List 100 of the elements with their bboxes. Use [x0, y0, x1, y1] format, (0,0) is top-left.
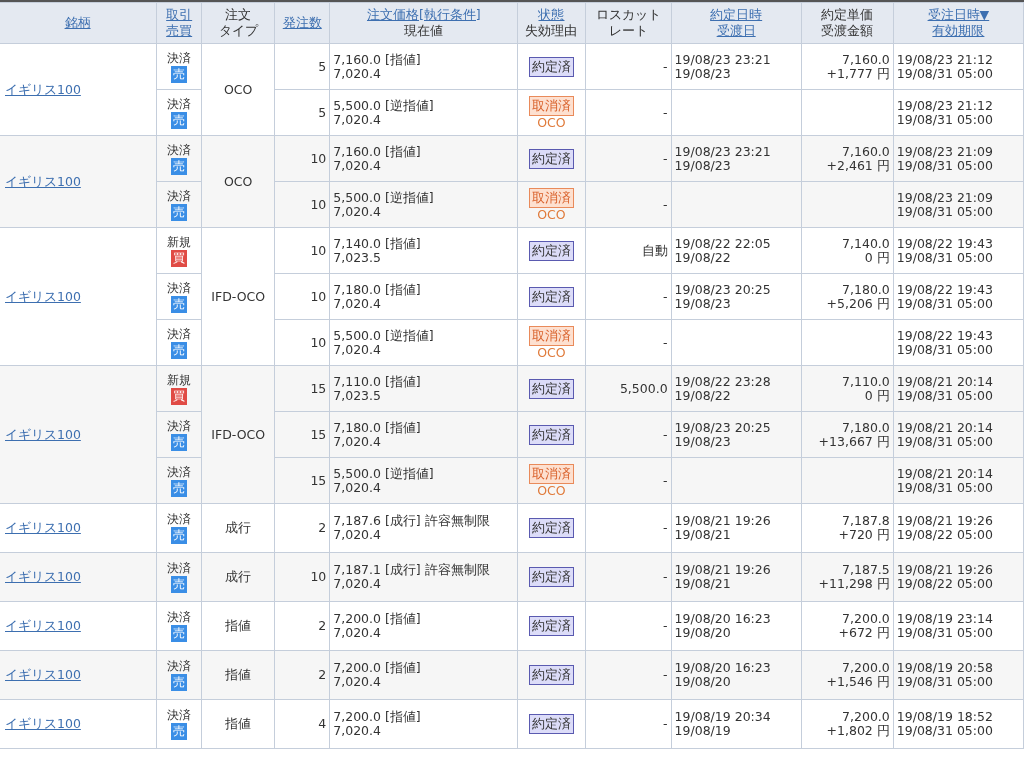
symbol-link[interactable]: イギリス100: [5, 520, 81, 535]
trade-type: 決済: [167, 418, 192, 433]
symbol-link[interactable]: イギリス100: [5, 426, 81, 442]
status-badge: 取消済: [529, 325, 574, 346]
status-badge: 約定済: [529, 378, 574, 399]
symbol-link[interactable]: イギリス100: [5, 81, 81, 97]
order-time: 19/08/22 19:43: [896, 328, 993, 343]
column-sort-link[interactable]: 売買: [166, 23, 193, 39]
current-price: 7,020.4: [333, 112, 381, 127]
execution-price: 7,180.0: [842, 420, 890, 435]
symbol-link[interactable]: イギリス100: [5, 618, 81, 633]
delivery-amount: +2,461 円: [826, 158, 890, 173]
status-badge: 取消済: [529, 463, 574, 484]
side-badge: 売: [171, 479, 188, 497]
current-price: 7,020.4: [333, 66, 381, 81]
execution-price: 7,110.0: [842, 374, 890, 389]
expiry-time: 19/08/31 05:00: [896, 204, 993, 219]
delivery-date: 19/08/23: [674, 296, 731, 311]
execution-time: 19/08/20 16:23: [674, 661, 771, 675]
quantity: 15: [310, 427, 327, 442]
order-price: 5,500.0 [逆指値]: [333, 328, 434, 343]
current-price: 7,020.4: [333, 204, 381, 219]
delivery-date: 19/08/23: [674, 434, 731, 449]
delivery-date: 19/08/19: [674, 724, 731, 738]
column-sort-link[interactable]: 状態: [538, 7, 565, 23]
expiry-time: 19/08/31 05:00: [896, 675, 993, 689]
current-price: 7,020.4: [333, 675, 381, 689]
status-badge: 約定済: [529, 567, 574, 587]
column-sort-link[interactable]: 銘柄: [64, 15, 91, 31]
column-header: ロスカット: [595, 7, 661, 23]
delivery-amount: +13,667 円: [818, 434, 890, 449]
losscut-rate: -: [663, 521, 668, 535]
delivery-amount: +672 円: [838, 626, 890, 640]
order-price: 7,200.0 [指値]: [333, 661, 421, 675]
expiry-time: 19/08/31 05:00: [896, 480, 993, 495]
column-header: 約定単価: [821, 7, 874, 23]
current-price: 7,020.4: [333, 626, 381, 640]
status-badge: 約定済: [529, 148, 574, 169]
delivery-date: 19/08/22: [674, 250, 731, 265]
order-time: 19/08/19 23:14: [896, 612, 993, 626]
quantity: 4: [318, 717, 327, 731]
column-sort-link[interactable]: 約定日時: [710, 7, 763, 23]
expiry-reason: OCO: [537, 115, 566, 130]
execution-time: 19/08/23 23:21: [674, 52, 771, 67]
quantity: 2: [318, 668, 327, 682]
delivery-amount: +1,546 円: [826, 675, 890, 689]
side-badge: 売: [171, 625, 188, 642]
column-sort-link[interactable]: 取引: [166, 7, 193, 23]
column-sort-link[interactable]: 受注日時▼: [927, 7, 990, 23]
current-price: 7,020.4: [333, 296, 381, 311]
losscut-rate: -: [663, 335, 668, 350]
order-price: 7,110.0 [指値]: [333, 374, 421, 389]
column-header: 受渡金額: [821, 23, 874, 39]
trade-type: 決済: [167, 561, 192, 575]
trade-type: 決済: [167, 142, 192, 157]
execution-time: 19/08/22 22:05: [674, 236, 771, 251]
order-time: 19/08/22 19:43: [896, 282, 993, 297]
expiry-time: 19/08/31 05:00: [896, 158, 993, 173]
quantity: 10: [310, 197, 327, 212]
losscut-rate: -: [663, 717, 668, 731]
symbol-link[interactable]: イギリス100: [5, 569, 81, 584]
symbol-link[interactable]: イギリス100: [5, 173, 81, 189]
delivery-date: 19/08/21: [674, 577, 731, 591]
execution-time: 19/08/23 20:25: [674, 420, 771, 435]
expiry-reason: OCO: [537, 345, 566, 360]
order-type: 指値: [225, 717, 252, 731]
execution-price: 7,180.0: [842, 282, 890, 297]
column-sort-link[interactable]: 注文価格[執行条件]: [367, 7, 481, 23]
symbol-link[interactable]: イギリス100: [5, 288, 81, 304]
losscut-rate: -: [663, 197, 668, 212]
order-time: 19/08/21 19:26: [896, 514, 993, 528]
current-price: 7,020.4: [333, 434, 381, 449]
expiry-reason: OCO: [537, 207, 566, 222]
status-badge: 約定済: [529, 240, 574, 261]
column-sort-link[interactable]: 受渡日: [716, 23, 756, 39]
column-header: 失効理由: [525, 23, 578, 39]
order-price: 7,187.6 [成行] 許容無制限: [333, 514, 490, 528]
execution-time: 19/08/21 19:26: [674, 514, 771, 528]
expiry-time: 19/08/31 05:00: [896, 626, 993, 640]
delivery-date: 19/08/23: [674, 66, 731, 81]
column-header: タイプ: [218, 23, 258, 39]
symbol-link[interactable]: イギリス100: [5, 716, 81, 731]
current-price: 7,020.4: [333, 724, 381, 738]
execution-price: 7,160.0: [842, 144, 890, 159]
symbol-link[interactable]: イギリス100: [5, 667, 81, 682]
execution-price: 7,200.0: [842, 612, 890, 626]
execution-price: 7,187.5: [842, 563, 890, 577]
order-price: 7,180.0 [指値]: [333, 282, 421, 297]
execution-time: 19/08/22 23:28: [674, 374, 771, 389]
expiry-reason: OCO: [537, 483, 566, 498]
expiry-time: 19/08/31 05:00: [896, 250, 993, 265]
status-badge: 約定済: [529, 56, 574, 77]
losscut-rate: 自動: [641, 243, 668, 258]
quantity: 5: [318, 105, 327, 120]
delivery-date: 19/08/23: [674, 158, 731, 173]
losscut-rate: -: [663, 151, 668, 166]
column-sort-link[interactable]: 有効期限: [932, 23, 985, 39]
losscut-rate: -: [663, 427, 668, 442]
status-badge: 約定済: [529, 665, 574, 685]
expiry-time: 19/08/31 05:00: [896, 66, 993, 81]
